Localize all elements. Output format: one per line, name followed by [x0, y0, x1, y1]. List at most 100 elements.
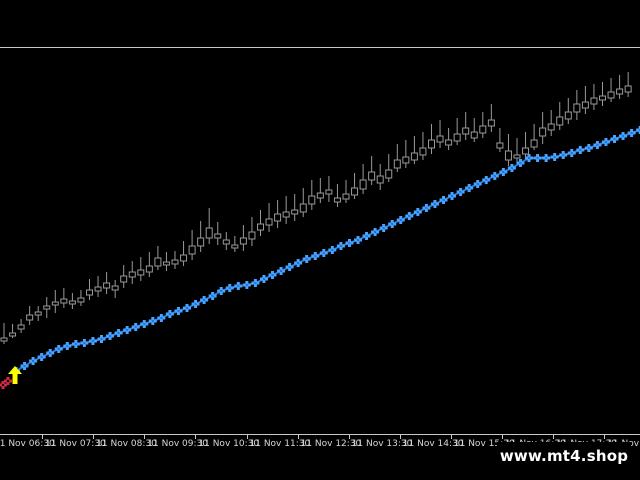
- candle: [197, 221, 205, 252]
- candle-body: [145, 265, 153, 273]
- candle: [239, 225, 247, 251]
- candle: [265, 203, 273, 232]
- candle: [248, 217, 256, 246]
- candle-body: [231, 244, 239, 249]
- candle-body: [197, 237, 205, 247]
- candle: [214, 222, 222, 245]
- candle-body: [539, 127, 547, 137]
- candle-body: [316, 192, 324, 199]
- candle-body: [342, 193, 350, 200]
- candle-body: [453, 133, 461, 142]
- candle: [51, 290, 59, 313]
- candle-body: [410, 152, 418, 161]
- candle-body: [385, 169, 393, 179]
- candle: [513, 138, 521, 162]
- candle: [616, 75, 624, 99]
- candle: [308, 180, 316, 210]
- x-tick-mark: [450, 435, 452, 439]
- candle: [376, 164, 384, 190]
- candle: [419, 132, 427, 160]
- price-chart[interactable]: [0, 48, 640, 434]
- candle-body: [162, 261, 170, 266]
- candle: [624, 72, 632, 97]
- candle-body: [188, 245, 196, 255]
- x-tick-mark: [195, 435, 197, 439]
- candle: [445, 128, 453, 150]
- candle: [282, 196, 290, 224]
- candle-body: [462, 127, 470, 135]
- candle-body: [291, 209, 299, 215]
- candle-body: [214, 233, 222, 239]
- candle-body: [504, 150, 512, 161]
- candle-body: [308, 195, 316, 205]
- candle-body: [573, 103, 581, 113]
- candlestick-chart-svg: [0, 72, 640, 389]
- candle: [453, 118, 461, 145]
- candle-body: [0, 337, 8, 342]
- candle-body: [599, 95, 606, 101]
- candle: [539, 112, 547, 144]
- candle-body: [257, 223, 264, 231]
- candle: [410, 136, 418, 164]
- candle: [590, 84, 598, 110]
- candle-body: [325, 189, 333, 195]
- candle: [385, 154, 393, 182]
- candle: [26, 306, 34, 325]
- candle-body: [496, 142, 504, 149]
- candle: [530, 124, 538, 150]
- candle-body: [581, 101, 589, 109]
- candle-body: [522, 147, 530, 155]
- candle: [299, 188, 307, 217]
- candle-body: [103, 282, 111, 289]
- candle: [547, 110, 555, 136]
- candle: [368, 156, 376, 185]
- candle-body: [34, 311, 42, 316]
- candle: [504, 134, 512, 166]
- candle-body: [222, 239, 230, 245]
- watermark-text: www.mt4.shop: [499, 447, 629, 465]
- candle-body: [77, 297, 85, 303]
- candle: [103, 272, 111, 294]
- candle: [231, 236, 239, 252]
- candle: [556, 102, 564, 130]
- candle-body: [128, 271, 136, 278]
- candle-body: [351, 187, 359, 196]
- candle: [162, 252, 170, 271]
- candle-body: [368, 171, 376, 181]
- candle-body: [333, 197, 341, 203]
- candle: [43, 297, 51, 318]
- candle: [573, 90, 581, 120]
- candle: [111, 280, 119, 298]
- candle: [436, 120, 444, 148]
- candle-body: [428, 139, 435, 149]
- candle-body: [137, 269, 145, 276]
- candle: [342, 180, 350, 203]
- candle-body: [402, 156, 410, 164]
- candle-body: [274, 213, 282, 222]
- candle: [487, 104, 495, 132]
- candle-body: [265, 218, 273, 226]
- candle: [0, 323, 8, 344]
- sell-signal-marker: [0, 377, 12, 389]
- x-tick-mark: [144, 435, 146, 439]
- x-tick-mark: [553, 435, 555, 439]
- candle-body: [564, 111, 572, 120]
- candle-body: [445, 139, 453, 146]
- candle: [171, 251, 179, 269]
- candle: [479, 112, 487, 138]
- candle-body: [51, 301, 59, 306]
- candle-body: [487, 119, 495, 127]
- candle: [137, 257, 145, 281]
- candle: [333, 184, 341, 207]
- candle: [402, 140, 410, 168]
- candle: [470, 118, 478, 142]
- candle: [581, 86, 589, 114]
- moving-average-line: [12, 126, 640, 375]
- candle-body: [26, 314, 34, 321]
- candle-body: [376, 175, 384, 184]
- candle-body: [120, 275, 128, 283]
- candle-body: [248, 231, 256, 240]
- candle: [17, 319, 25, 333]
- candle-body: [607, 91, 615, 99]
- candle: [462, 112, 470, 140]
